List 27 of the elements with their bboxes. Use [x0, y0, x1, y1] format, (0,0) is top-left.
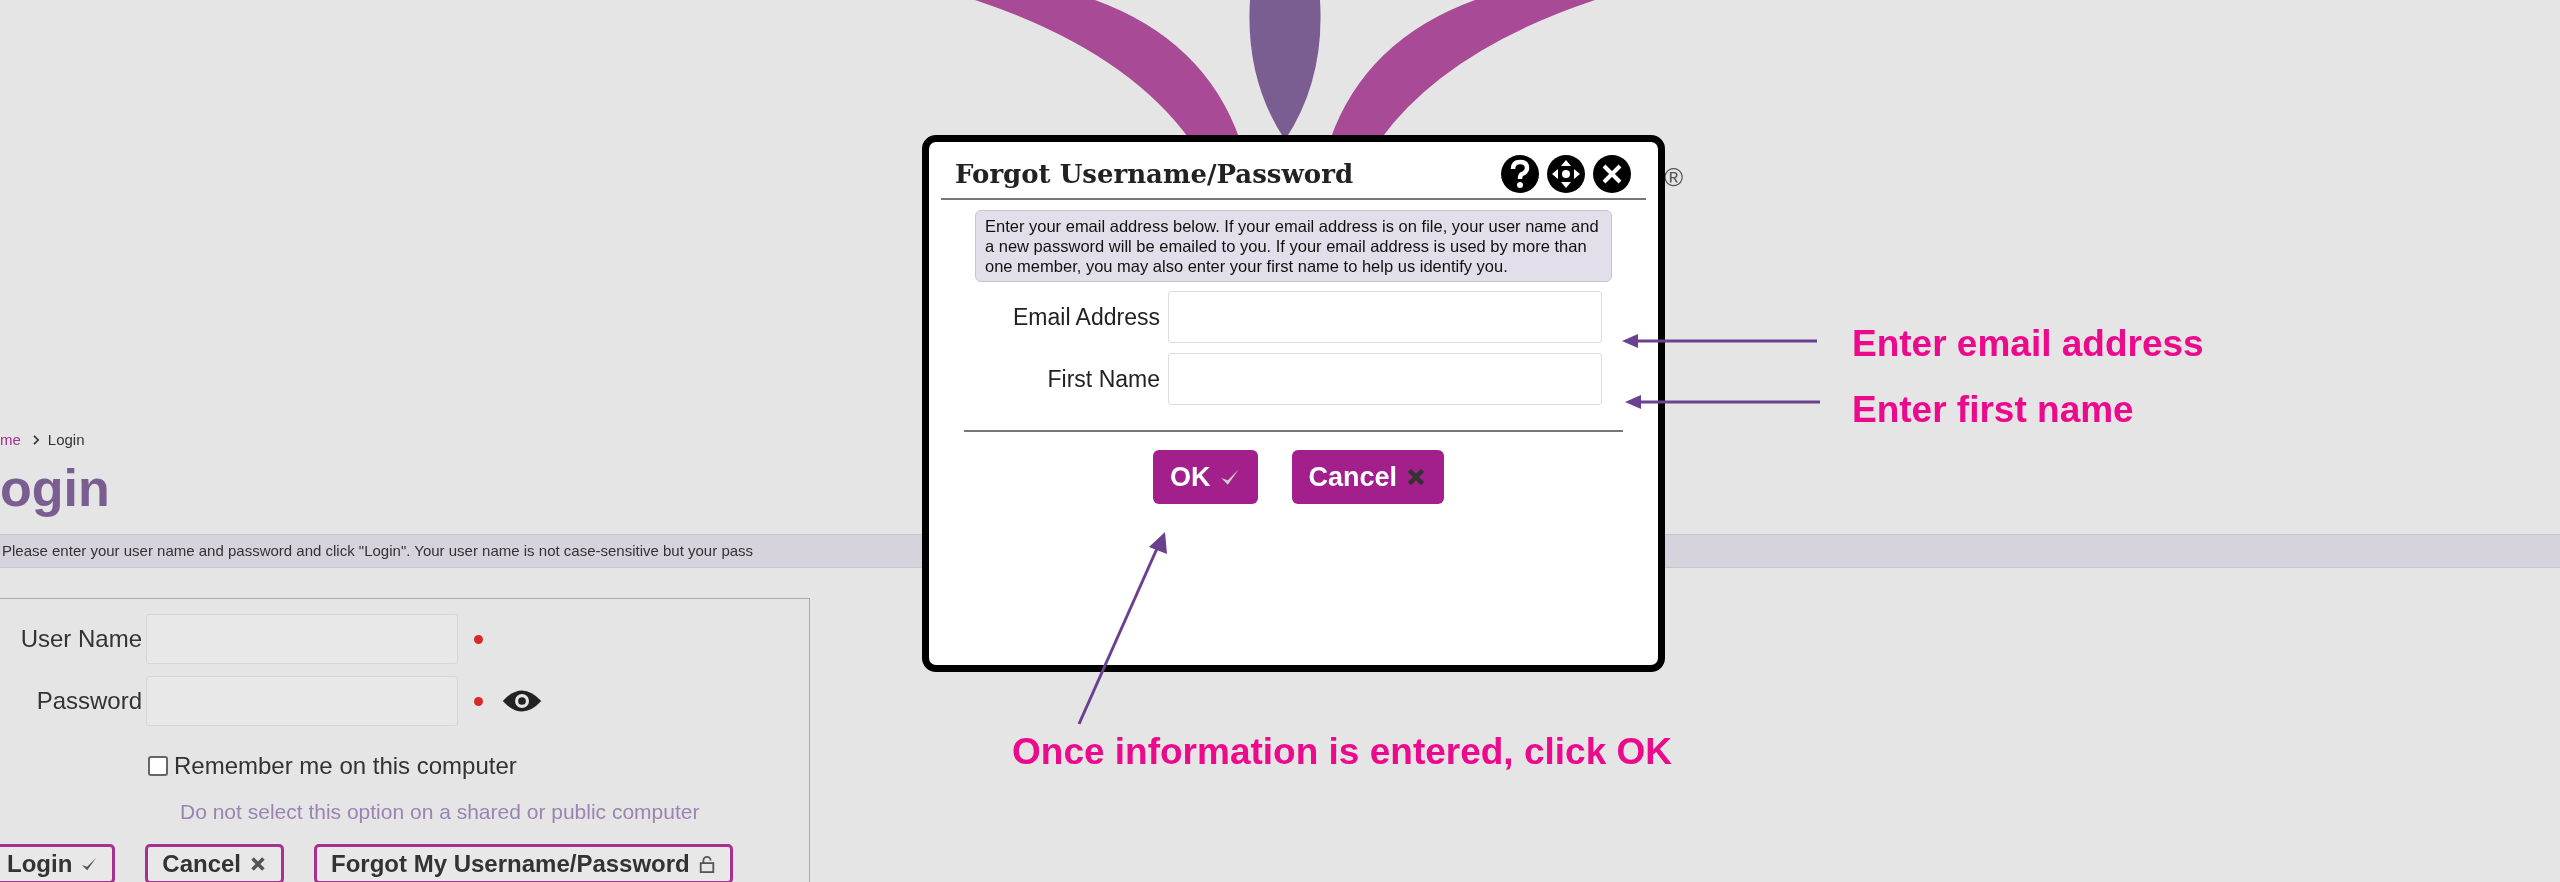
- first-name-field[interactable]: [1168, 353, 1602, 405]
- dialog-button[interactable]: OK: [1153, 450, 1258, 504]
- email-field[interactable]: [1168, 291, 1602, 343]
- annotation-text: Enter first name: [1852, 388, 2134, 432]
- registered-mark: ®: [1664, 161, 1684, 194]
- dialog-button[interactable]: Cancel: [1291, 450, 1445, 504]
- remember-checkbox[interactable]: [148, 756, 168, 776]
- checkbox-label: Remember me on this computer: [174, 751, 517, 781]
- help-icon[interactable]: [1500, 154, 1540, 194]
- annotation-text: Enter email address: [1852, 322, 2204, 366]
- form-button[interactable]: Login: [0, 843, 116, 882]
- form-button[interactable]: Cancel: [145, 843, 284, 882]
- field-label: User Name: [19, 624, 142, 654]
- field-label: First Name: [1046, 364, 1160, 394]
- annotation-text: Once information is entered, click OK: [1012, 730, 1672, 774]
- breadcrumb-link[interactable]: Login: [47, 428, 85, 452]
- move-icon[interactable]: [1546, 154, 1586, 194]
- field-label: Password: [35, 686, 142, 716]
- padlock-icon: [697, 854, 716, 873]
- message-box: Enter your email address below. If your email address is on file, your user name and a new password will be emailed to you. If your email address is used by more than one member, you may also enter your first name to help us identify you.: [975, 210, 1612, 282]
- close-icon[interactable]: [1592, 154, 1632, 194]
- chevron-icon: [32, 435, 40, 445]
- dialog-title: Forgot Username/Password: [955, 157, 1354, 191]
- form-button[interactable]: Forgot My Username/Password: [314, 843, 733, 882]
- field-label: Email Address: [1012, 302, 1160, 332]
- breadcrumb-link[interactable]: me: [0, 428, 21, 452]
- hint-text: Do not select this option on a shared or public computer: [180, 799, 701, 825]
